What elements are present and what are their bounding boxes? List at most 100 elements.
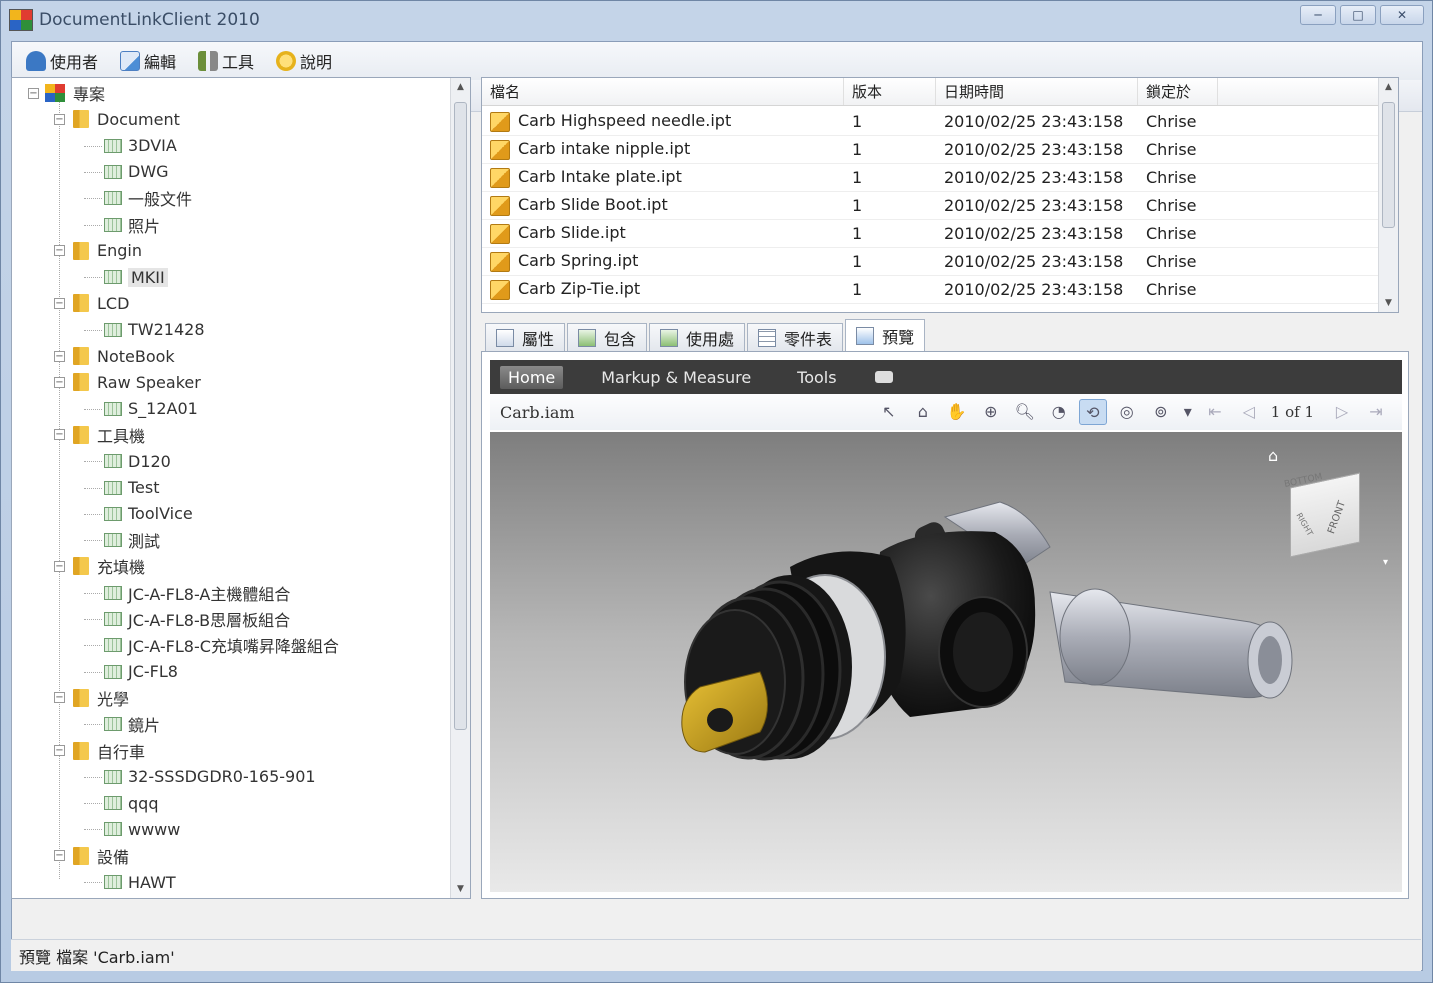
pane-splitter[interactable] xyxy=(471,77,479,899)
menu-tools[interactable]: 工具 xyxy=(198,49,254,73)
column-datetime[interactable]: 日期時間 xyxy=(936,78,1138,105)
file-row[interactable]: Carb Slide.ipt 1 2010/02/25 23:43:158 Chris… xyxy=(482,220,1379,248)
tree-folder[interactable]: − 充填機 xyxy=(54,553,145,579)
tree-folder[interactable]: − LCD xyxy=(54,290,129,316)
tree-document[interactable]: TW21428 xyxy=(104,317,205,343)
tree-document[interactable]: JC-A-FL8-A主機體組合 xyxy=(104,580,290,606)
file-row[interactable]: Carb intake nipple.ipt 1 2010/02/25 23:43:… xyxy=(482,136,1379,164)
tree-root[interactable]: − 專案 xyxy=(28,80,105,106)
title-bar[interactable]: DocumentLinkClient 2010 ─ □ ✕ xyxy=(1,1,1432,39)
steering-wheel-icon[interactable]: ⊚ xyxy=(1147,399,1175,425)
minimize-button[interactable]: ─ xyxy=(1300,5,1336,25)
tree-folder[interactable]: − 光學 xyxy=(54,685,129,711)
menu-help[interactable]: 說明 xyxy=(276,49,332,73)
tree-folder[interactable]: − 自行車 xyxy=(54,738,145,764)
close-button[interactable]: ✕ xyxy=(1380,5,1424,25)
tab-contains[interactable]: 包含 xyxy=(567,323,648,351)
view-cube-home-icon[interactable]: ⌂ xyxy=(1268,446,1278,465)
next-page-icon[interactable]: ▷ xyxy=(1328,399,1356,425)
menu-edit[interactable]: 編輯 xyxy=(120,49,176,73)
tree-document[interactable]: JC-A-FL8-B思層板組合 xyxy=(104,606,290,632)
tree-document[interactable]: ToolVice xyxy=(104,501,193,527)
tree-document[interactable]: HAWT xyxy=(104,869,176,895)
tab-bom[interactable]: 零件表 xyxy=(747,323,844,351)
collapse-icon[interactable]: − xyxy=(54,376,65,388)
scroll-thumb[interactable] xyxy=(1382,102,1395,228)
tab-properties[interactable]: 屬性 xyxy=(485,323,566,351)
scroll-down-icon[interactable]: ▼ xyxy=(1379,294,1398,312)
tree-document[interactable]: Test xyxy=(104,475,160,501)
column-version[interactable]: 版本 xyxy=(844,78,936,105)
select-icon[interactable]: ↖ xyxy=(875,399,903,425)
ribbon-toggle-icon[interactable] xyxy=(874,371,893,383)
file-list[interactable]: 檔名 版本 日期時間 鎖定於 Carb Highspeed needle.ipt… xyxy=(481,77,1399,313)
collapse-icon[interactable]: − xyxy=(54,113,65,125)
tree-document[interactable]: MKII xyxy=(104,264,168,290)
tab-where-used[interactable]: 使用處 xyxy=(649,323,746,351)
tab-label: 屬性 xyxy=(522,329,555,349)
scroll-up-icon[interactable]: ▲ xyxy=(1379,78,1398,96)
tree-folder[interactable]: − 工具機 xyxy=(54,422,145,448)
tree-folder[interactable]: − Document xyxy=(54,106,180,132)
collapse-icon[interactable]: − xyxy=(54,692,65,704)
tree-document[interactable]: 照片 xyxy=(104,212,160,238)
scroll-down-icon[interactable]: ▼ xyxy=(451,880,470,898)
tree-folder[interactable]: − Engin xyxy=(54,238,142,264)
tree-document[interactable]: S_12A01 xyxy=(104,396,198,422)
tree-folder[interactable]: − NoteBook xyxy=(54,343,175,369)
collapse-icon[interactable]: − xyxy=(54,745,65,756)
file-row[interactable]: Carb Zip-Tie.ipt 1 2010/02/25 23:43:158 Chr… xyxy=(482,276,1379,304)
home-view-icon[interactable]: ⌂ xyxy=(909,399,937,425)
tree-document[interactable]: wwww xyxy=(104,816,180,842)
tree-document[interactable]: DWG xyxy=(104,159,169,185)
zoom-icon[interactable]: 🔍︎ xyxy=(1011,399,1039,425)
tab-preview[interactable]: 預覽 xyxy=(845,319,926,351)
orbit-icon[interactable]: ⟲ xyxy=(1078,399,1107,425)
view-cube[interactable]: ⌂ BOTTOM FRONT RIGHT ▾ xyxy=(1268,446,1388,568)
tree-document[interactable]: 測試 xyxy=(104,527,160,553)
ribbon-tab-markup[interactable]: Markup & Measure xyxy=(593,366,759,389)
3d-viewport[interactable]: ⌂ BOTTOM FRONT RIGHT ▾ xyxy=(490,432,1402,892)
collapse-icon[interactable]: − xyxy=(54,350,65,362)
column-filename[interactable]: 檔名 xyxy=(482,78,844,105)
pan-icon[interactable]: ✋ xyxy=(943,399,971,425)
collapse-icon[interactable]: − xyxy=(54,297,65,309)
scroll-thumb[interactable] xyxy=(454,102,467,730)
file-row[interactable]: Carb Intake plate.ipt 1 2010/02/25 23:43:1… xyxy=(482,164,1379,192)
file-row[interactable]: Carb Spring.ipt 1 2010/02/25 23:43:158 Chri… xyxy=(482,248,1379,276)
look-icon[interactable]: ◔ xyxy=(1045,399,1073,425)
menu-user[interactable]: 使用者 xyxy=(26,49,98,73)
zoom-window-icon[interactable]: ⊕ xyxy=(977,399,1005,425)
tree-folder[interactable]: − 設備 xyxy=(54,843,129,869)
collapse-icon[interactable]: − xyxy=(28,87,39,99)
project-tree[interactable]: − 專案 − Document 3DVIA DWG 一般文件 照片 − Engin MKII − L… xyxy=(11,77,471,899)
ribbon-tab-tools[interactable]: Tools xyxy=(789,366,844,389)
last-page-icon[interactable]: ⇥ xyxy=(1362,399,1390,425)
tree-folder[interactable]: − Raw Speaker xyxy=(54,369,201,395)
tree-document[interactable]: qqq xyxy=(104,790,158,816)
maximize-button[interactable]: □ xyxy=(1340,5,1376,25)
tree-document[interactable]: 32-SSSDGDR0-165-901 xyxy=(104,764,316,790)
ribbon-tab-home[interactable]: Home xyxy=(500,365,564,389)
tree-scrollbar[interactable]: ▲ ▼ xyxy=(450,78,470,898)
prev-page-icon[interactable]: ◁ xyxy=(1235,399,1263,425)
tree-document[interactable]: 一般文件 xyxy=(104,185,192,211)
file-row[interactable]: Carb Highspeed needle.ipt 1 2010/02/25 23:… xyxy=(482,108,1379,136)
tree-document[interactable]: JC-FL8 xyxy=(104,659,178,685)
first-page-icon[interactable]: ⇤ xyxy=(1201,399,1229,425)
tree-document[interactable]: D120 xyxy=(104,448,171,474)
tree-document[interactable]: 鏡片 xyxy=(104,711,160,737)
collapse-icon[interactable]: − xyxy=(54,429,65,441)
constrained-orbit-icon[interactable]: ◎ xyxy=(1113,399,1141,425)
tree-document[interactable]: 3DVIA xyxy=(104,133,177,159)
column-locked[interactable]: 鎖定於 xyxy=(1138,78,1218,105)
collapse-icon[interactable]: − xyxy=(54,850,65,862)
scroll-up-icon[interactable]: ▲ xyxy=(451,78,470,96)
dropdown-icon[interactable]: ▾ xyxy=(1181,399,1195,425)
file-list-scrollbar[interactable]: ▲ ▼ xyxy=(1378,78,1398,312)
collapse-icon[interactable]: − xyxy=(54,560,65,572)
tree-document[interactable]: JC-A-FL8-C充填嘴昇降盤組合 xyxy=(104,632,339,658)
collapse-icon[interactable]: − xyxy=(54,245,65,257)
view-cube-menu-icon[interactable]: ▾ xyxy=(1383,557,1388,568)
file-row[interactable]: Carb Slide Boot.ipt 1 2010/02/25 23:43:158… xyxy=(482,192,1379,220)
